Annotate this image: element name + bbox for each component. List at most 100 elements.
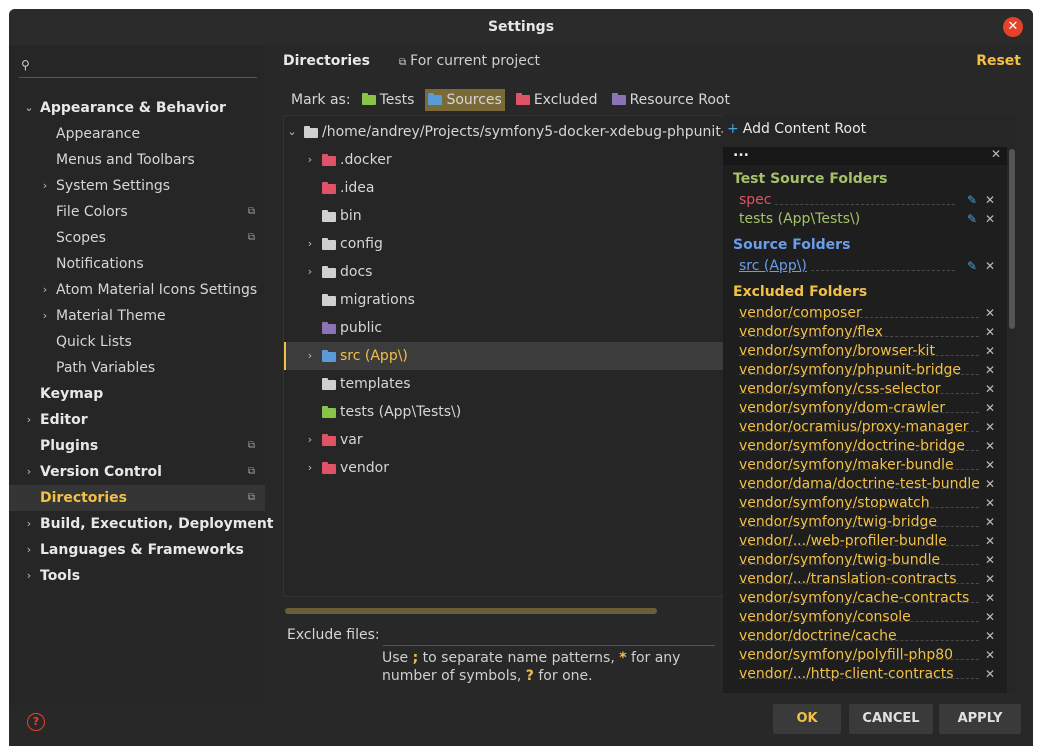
nav-languages-frameworks[interactable]: › Languages & Frameworks xyxy=(9,537,265,563)
tree-root[interactable]: ⌄ /home/andrey/Projects/symfony5-docker-… xyxy=(284,118,724,146)
excluded-folder-entry: vendor/symfony/dom-crawler ✕ xyxy=(739,399,1001,418)
reset-link[interactable]: Reset xyxy=(976,53,1021,69)
dotted-leader xyxy=(739,393,979,394)
dotted-leader xyxy=(739,640,979,641)
remove-icon[interactable]: ✕ xyxy=(985,323,995,342)
excluded-folder-path: vendor/.../http-client-contracts xyxy=(739,666,954,682)
nav-atom-material-icons[interactable]: › Atom Material Icons Settings xyxy=(9,277,265,303)
tree-item-vendor[interactable]: › vendor xyxy=(284,454,724,482)
nav-path-variables[interactable]: Path Variables xyxy=(9,355,265,381)
remove-icon[interactable]: ✕ xyxy=(985,257,995,276)
nav-appearance[interactable]: Appearance xyxy=(9,121,265,147)
ok-button[interactable]: OK xyxy=(773,704,841,734)
close-button[interactable]: ✕ xyxy=(1003,17,1023,37)
tree-item-tests[interactable]: tests (App\Tests\) xyxy=(284,398,724,426)
nav-tools[interactable]: › Tools xyxy=(9,563,265,589)
remove-icon[interactable]: ✕ xyxy=(985,380,995,399)
project-scope-icon: ⧉ xyxy=(247,440,255,451)
add-content-root-button[interactable]: + Add Content Root xyxy=(727,121,866,137)
nav-build-execution[interactable]: › Build, Execution, Deployment xyxy=(9,511,274,537)
nav-keymap[interactable]: Keymap xyxy=(9,381,265,407)
remove-root-icon[interactable]: ✕ xyxy=(991,147,1001,161)
tree-item-docker[interactable]: › .docker xyxy=(284,146,724,174)
nav-material-theme[interactable]: › Material Theme xyxy=(9,303,265,329)
dotted-leader xyxy=(739,545,979,546)
dotted-leader xyxy=(739,621,979,622)
search-input[interactable]: ⚲ xyxy=(19,55,257,78)
tree-item-var[interactable]: › var xyxy=(284,426,724,454)
chevron-down-icon: ⌄ xyxy=(287,125,297,138)
remove-icon[interactable]: ✕ xyxy=(985,646,995,665)
remove-icon[interactable]: ✕ xyxy=(985,665,995,684)
nav-menus-toolbars[interactable]: Menus and Toolbars xyxy=(9,147,265,173)
tree-item-public[interactable]: public xyxy=(284,314,724,342)
remove-icon[interactable]: ✕ xyxy=(985,608,995,627)
edit-pencil-icon[interactable]: ✎ xyxy=(967,191,977,210)
remove-icon[interactable]: ✕ xyxy=(985,210,995,229)
edit-pencil-icon[interactable]: ✎ xyxy=(967,257,977,276)
window-title: Settings xyxy=(487,19,555,35)
tree-item-docs[interactable]: › docs xyxy=(284,258,724,286)
nav-scopes[interactable]: Scopes ⧉ xyxy=(9,225,265,251)
nav-quick-lists[interactable]: Quick Lists xyxy=(9,329,265,355)
remove-icon[interactable]: ✕ xyxy=(985,361,995,380)
project-scope-icon: ⧉ xyxy=(247,492,255,503)
vertical-scrollbar[interactable] xyxy=(1009,149,1015,329)
nav-plugins[interactable]: Plugins ⧉ xyxy=(9,433,265,459)
mark-excluded-button[interactable]: Excluded xyxy=(513,89,601,111)
tree-item-migrations[interactable]: migrations xyxy=(284,286,724,314)
chevron-right-icon: › xyxy=(307,153,313,166)
remove-icon[interactable]: ✕ xyxy=(985,513,995,532)
mark-sources-button[interactable]: Sources xyxy=(425,89,505,111)
folder-icon xyxy=(322,434,336,446)
horizontal-scrollbar[interactable] xyxy=(285,608,657,614)
mark-as-toolbar: Mark as: Tests Sources Excluded Resource… xyxy=(291,89,733,111)
tree-item-templates[interactable]: templates xyxy=(284,370,724,398)
tree-item-idea[interactable]: .idea xyxy=(284,174,724,202)
nav-editor[interactable]: › Editor xyxy=(9,407,265,433)
folder-icon xyxy=(322,238,336,250)
folder-icon xyxy=(322,266,336,278)
nav-system-settings[interactable]: › System Settings xyxy=(9,173,265,199)
remove-icon[interactable]: ✕ xyxy=(985,191,995,210)
chevron-right-icon: › xyxy=(42,179,48,192)
apply-button[interactable]: APPLY xyxy=(939,704,1021,734)
test-folder-entry: tests (App\Tests\) ✎ ✕ xyxy=(739,210,995,229)
excluded-folder-path: vendor/doctrine/cache xyxy=(739,628,897,644)
chevron-right-icon: › xyxy=(26,517,32,530)
remove-icon[interactable]: ✕ xyxy=(985,532,995,551)
exclude-files-input[interactable] xyxy=(383,623,715,646)
remove-icon[interactable]: ✕ xyxy=(985,437,995,456)
tree-item-src[interactable]: › src (App\) xyxy=(284,342,724,370)
folder-icon xyxy=(322,294,336,306)
tree-item-bin[interactable]: bin xyxy=(284,202,724,230)
nav-version-control[interactable]: › Version Control ⧉ xyxy=(9,459,265,485)
remove-icon[interactable]: ✕ xyxy=(985,570,995,589)
remove-icon[interactable]: ✕ xyxy=(985,304,995,323)
remove-icon[interactable]: ✕ xyxy=(985,475,995,494)
excluded-folder-entry: vendor/.../translation-contracts ✕ xyxy=(739,570,1001,589)
nav-notifications[interactable]: Notifications xyxy=(9,251,265,277)
remove-icon[interactable]: ✕ xyxy=(985,627,995,646)
remove-icon[interactable]: ✕ xyxy=(985,551,995,570)
mark-tests-button[interactable]: Tests xyxy=(359,89,418,111)
cancel-button[interactable]: CANCEL xyxy=(849,704,933,734)
remove-icon[interactable]: ✕ xyxy=(985,418,995,437)
remove-icon[interactable]: ✕ xyxy=(985,494,995,513)
remove-icon[interactable]: ✕ xyxy=(985,342,995,361)
help-icon[interactable]: ? xyxy=(27,713,45,731)
nav-directories[interactable]: Directories ⧉ xyxy=(9,485,265,511)
remove-icon[interactable]: ✕ xyxy=(985,589,995,608)
nav-file-colors[interactable]: File Colors ⧉ xyxy=(9,199,265,225)
excluded-folder-entry: vendor/composer ✕ xyxy=(739,304,1001,323)
tree-item-config[interactable]: › config xyxy=(284,230,724,258)
search-icon: ⚲ xyxy=(21,58,30,72)
nav-appearance-behavior[interactable]: ⌄ Appearance & Behavior xyxy=(9,95,265,121)
edit-pencil-icon[interactable]: ✎ xyxy=(967,210,977,229)
excluded-folder-entry: vendor/symfony/browser-kit ✕ xyxy=(739,342,1001,361)
folder-icon xyxy=(322,462,336,474)
excluded-folder-path: vendor/symfony/stopwatch xyxy=(739,495,930,511)
remove-icon[interactable]: ✕ xyxy=(985,456,995,475)
remove-icon[interactable]: ✕ xyxy=(985,399,995,418)
mark-resource-root-button[interactable]: Resource Root xyxy=(609,89,733,111)
